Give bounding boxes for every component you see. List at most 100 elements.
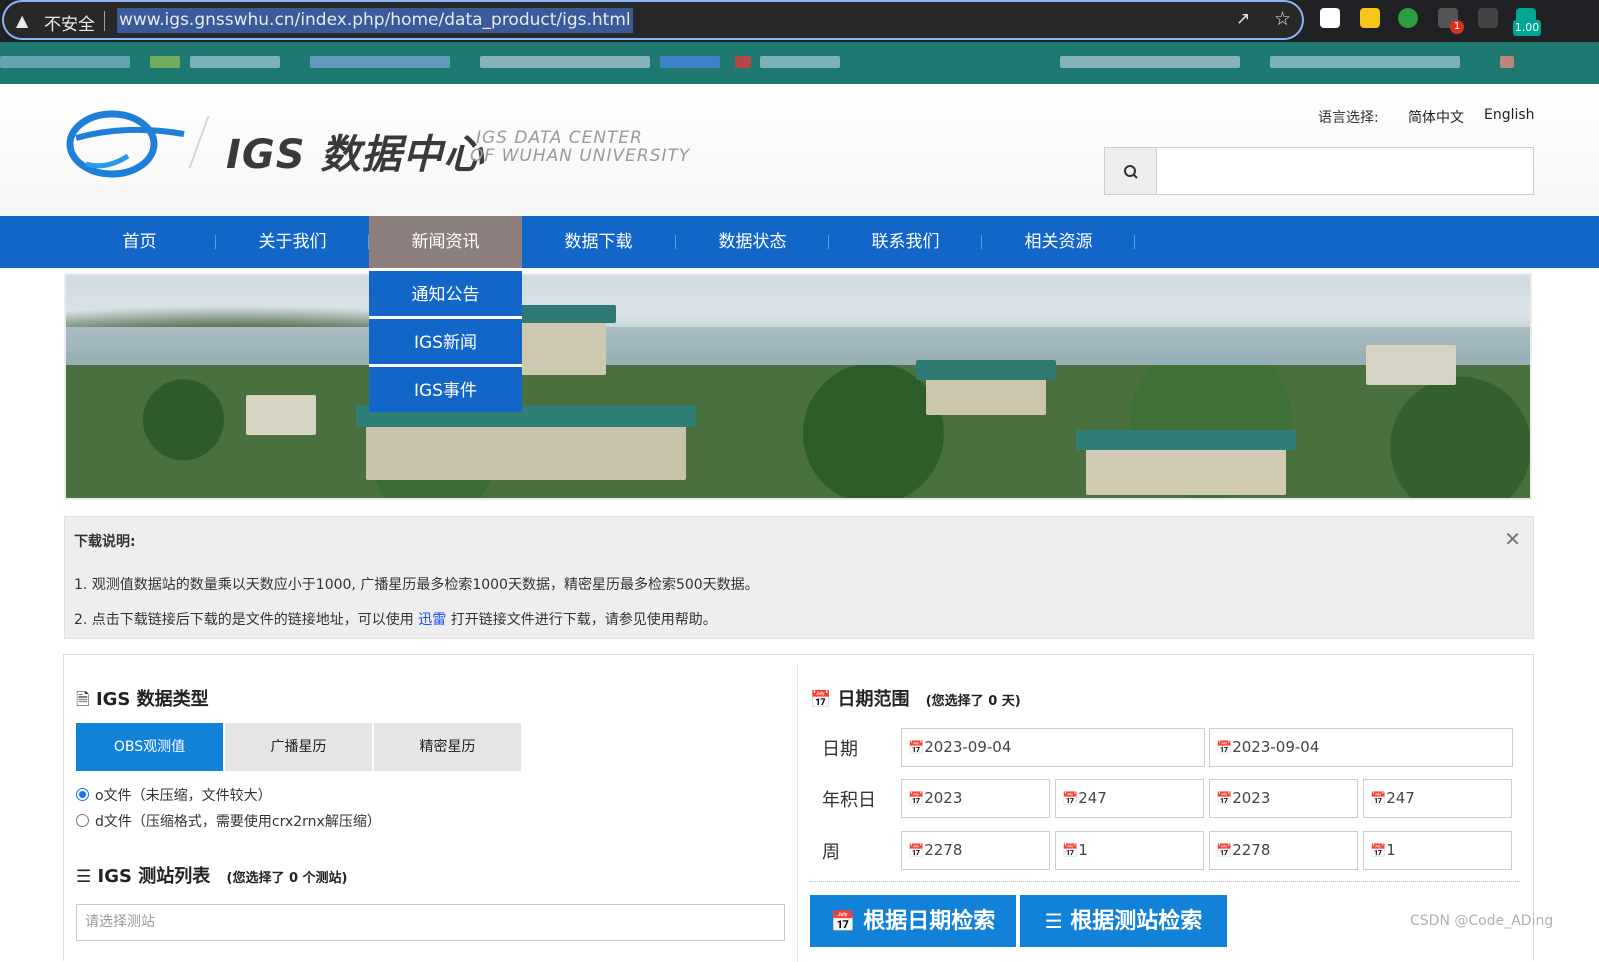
site-subtitle: OF WUHAN UNIVERSITY xyxy=(470,146,691,166)
bookmark-item[interactable] xyxy=(190,56,280,68)
bookmark-item[interactable] xyxy=(480,56,650,68)
nav-download[interactable]: 数据下载 xyxy=(522,216,675,268)
language-en-link[interactable]: English xyxy=(1484,107,1535,123)
nav-divider xyxy=(1134,235,1135,249)
nav-contact[interactable]: 联系我们 xyxy=(829,216,982,268)
end-week-value: 2278 xyxy=(1232,841,1271,859)
calendar-icon: 📅 xyxy=(908,844,925,859)
news-dropdown: 通知公告 IGS新闻 IGS事件 xyxy=(369,268,522,412)
calendar-icon: 📅 xyxy=(810,690,832,710)
bookmark-item[interactable] xyxy=(760,56,840,68)
bookmark-item[interactable] xyxy=(310,56,450,68)
dropdown-igs-news[interactable]: IGS新闻 xyxy=(369,316,522,364)
banner-building xyxy=(516,315,606,375)
search-input[interactable] xyxy=(1158,148,1532,194)
extension-badge: 1 xyxy=(1450,20,1464,34)
notice-line: 2. 点击下载链接后下载的是文件的链接地址，可以使用 迅雷 打开链接文件进行下载… xyxy=(74,609,717,629)
site-header: IGS 数据中心 IGS DATA CENTER OF WUHAN UNIVER… xyxy=(0,84,1599,216)
list-icon: ☰ xyxy=(1044,909,1063,933)
search-by-date-label: 根据日期检索 xyxy=(863,909,996,934)
search-by-station-label: 根据测站检索 xyxy=(1070,909,1203,934)
day-count-note: (您选择了 0 天) xyxy=(925,694,1021,709)
calendar-icon: 📅 xyxy=(1216,792,1233,807)
notice-text: 2. 点击下载链接后下载的是文件的链接地址，可以使用 xyxy=(74,612,414,628)
notice-text: 打开链接文件进行下载，请参见使用帮助。 xyxy=(450,612,717,628)
dropdown-notice[interactable]: 通知公告 xyxy=(369,268,522,316)
nav-resources[interactable]: 相关资源 xyxy=(982,216,1135,268)
thunder-link[interactable]: 迅雷 xyxy=(418,612,446,628)
extension-icon[interactable] xyxy=(1478,8,1498,28)
language-zh-link[interactable]: 简体中文 xyxy=(1408,107,1464,127)
calendar-icon: 📅 xyxy=(908,741,925,756)
option-d-file[interactable]: d文件（压缩格式，需要使用crx2rnx解压缩） xyxy=(76,811,381,831)
calendar-icon: 📅 xyxy=(830,909,856,933)
search-by-date-button[interactable]: 📅 根据日期检索 xyxy=(810,895,1016,947)
start-weekday-field[interactable]: 📅1 xyxy=(1055,831,1204,870)
banner-roof xyxy=(506,305,616,323)
start-week-field[interactable]: 📅2278 xyxy=(901,831,1050,870)
calendar-icon: 📅 xyxy=(1062,792,1079,807)
end-weekday-field[interactable]: 📅1 xyxy=(1363,831,1512,870)
nav-about[interactable]: 关于我们 xyxy=(216,216,369,268)
bookmark-star-icon[interactable]: ☆ xyxy=(1274,8,1291,30)
tab-broadcast-ephemeris[interactable]: 广播星历 xyxy=(225,723,372,771)
radio-d-file[interactable] xyxy=(76,814,89,827)
start-year-field[interactable]: 📅2023 xyxy=(901,779,1050,818)
warning-icon[interactable]: ▲ xyxy=(16,11,28,30)
bookmark-item[interactable] xyxy=(1270,56,1460,68)
dropdown-igs-events[interactable]: IGS事件 xyxy=(369,364,522,412)
close-icon[interactable]: ✕ xyxy=(1504,527,1521,551)
end-weekday-value: 1 xyxy=(1386,841,1396,859)
tab-precise-ephemeris[interactable]: 精密星历 xyxy=(374,723,521,771)
end-year-field[interactable]: 📅2023 xyxy=(1209,779,1358,818)
start-date-field[interactable]: 📅2023-09-04 xyxy=(901,728,1205,767)
bookmark-item[interactable] xyxy=(1500,56,1514,68)
station-select-input[interactable]: 请选择测站 xyxy=(76,904,785,941)
bookmark-item[interactable] xyxy=(735,56,751,68)
list-icon: ☰ xyxy=(76,867,92,887)
watermark: CSDN @Code_ADing xyxy=(1410,913,1554,929)
share-icon[interactable]: ↗ xyxy=(1236,9,1250,29)
nss-logo-icon xyxy=(66,110,185,178)
bookmark-item[interactable] xyxy=(660,56,720,68)
query-form: 🗎 IGS 数据类型 OBS观测值 广播星历 精密星历 o文件（未压缩，文件较大… xyxy=(63,654,1534,962)
banner-building xyxy=(1086,445,1286,495)
tab-obs[interactable]: OBS观测值 xyxy=(76,723,223,771)
radio-o-file[interactable] xyxy=(76,788,89,801)
bookmark-item[interactable] xyxy=(0,56,130,68)
calendar-icon: 📅 xyxy=(1216,844,1233,859)
end-date-field[interactable]: 📅2023-09-04 xyxy=(1209,728,1513,767)
banner-roof xyxy=(916,360,1056,380)
nav-news[interactable]: 新闻资讯 xyxy=(369,216,522,268)
search-button[interactable] xyxy=(1105,148,1157,194)
extension-icon[interactable] xyxy=(1398,8,1418,28)
security-label[interactable]: 不安全 xyxy=(44,10,95,35)
notice-line: 1. 观测值数据站的数量乘以天数应小于1000, 广播星历最多检索1000天数据… xyxy=(74,577,759,593)
calendar-icon: 📅 xyxy=(1062,844,1079,859)
banner-building xyxy=(246,395,316,435)
bookmark-item[interactable] xyxy=(1060,56,1240,68)
extension-icon[interactable] xyxy=(1320,8,1340,28)
search-by-station-button[interactable]: ☰ 根据测站检索 xyxy=(1020,895,1227,947)
column-divider xyxy=(797,665,798,962)
option-o-file[interactable]: o文件（未压缩，文件较大） xyxy=(76,785,272,805)
address-bar[interactable]: ▲ 不安全 www.igs.gnsswhu.cn/index.php/home/… xyxy=(2,0,1304,40)
start-date-value: 2023-09-04 xyxy=(924,738,1012,756)
nav-status[interactable]: 数据状态 xyxy=(676,216,829,268)
banner-building xyxy=(926,375,1046,415)
extension-icon[interactable] xyxy=(1360,8,1380,28)
start-weekday-value: 1 xyxy=(1078,841,1088,859)
browser-toolbar: ▲ 不安全 www.igs.gnsswhu.cn/index.php/home/… xyxy=(0,0,1599,42)
document-icon: 🗎 xyxy=(76,690,90,710)
banner-image xyxy=(64,273,1532,500)
doy-row-label: 年积日 xyxy=(822,790,876,811)
bookmark-item[interactable] xyxy=(150,56,180,68)
nav-home[interactable]: 首页 xyxy=(63,216,216,268)
start-doy-field[interactable]: 📅247 xyxy=(1055,779,1204,818)
end-year-value: 2023 xyxy=(1232,789,1271,807)
site-subtitle: IGS DATA CENTER xyxy=(476,128,643,148)
url-text[interactable]: www.igs.gnsswhu.cn/index.php/home/data_p… xyxy=(117,8,633,33)
end-week-field[interactable]: 📅2278 xyxy=(1209,831,1358,870)
end-doy-field[interactable]: 📅247 xyxy=(1363,779,1512,818)
banner-building xyxy=(1366,345,1456,385)
